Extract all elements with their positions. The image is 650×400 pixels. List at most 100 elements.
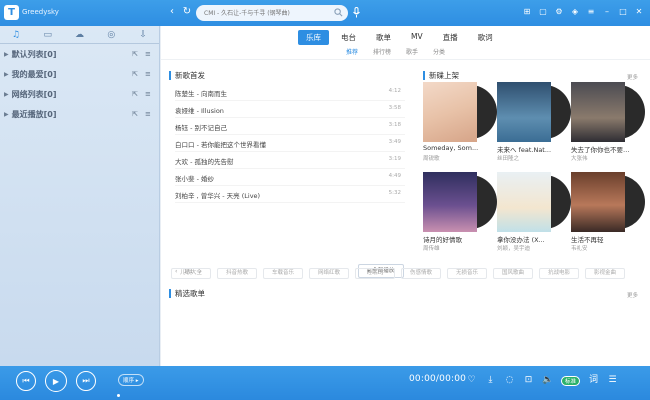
search-input[interactable] [204,8,329,18]
category-tag[interactable]: 国风歌曲 [493,268,533,279]
album-card[interactable]: 诗月的好情歌 周传雄 [423,172,497,256]
menu-icon[interactable]: ≡ [586,6,596,18]
album-card[interactable]: 未来へ feat.Nat... 丝田隆之 [497,82,571,166]
playlist-menu-icon[interactable]: ≡ [145,90,153,98]
search-icon[interactable] [334,8,343,17]
volume-icon[interactable]: 🔈 [542,375,553,386]
next-icon[interactable]: ⏭ [76,371,96,391]
album-card[interactable]: Someday, Som... 周锐歌 [423,82,497,166]
album-title[interactable]: 诗月的好情歌 [423,234,493,244]
close-icon[interactable]: ✕ [634,6,644,18]
song-row[interactable]: 陈楚生 - 向南而生 4:12 [175,84,405,101]
playlist-item[interactable]: ▶ 网络列表[0] ⇱ ≡ [0,84,159,104]
play-mode-button[interactable]: 顺序 ▸ [118,374,144,386]
share-playlist-icon[interactable]: ⇱ [132,110,140,118]
category-tag[interactable]: 伤感情歌 [401,268,441,279]
album-cover[interactable] [497,82,551,142]
main-tab[interactable]: 直播 [435,30,466,45]
playlist-item[interactable]: ▶ 我的最爱[0] ⇱ ≡ [0,64,159,84]
category-tag[interactable]: 车载音乐 [263,268,303,279]
album-cover[interactable] [571,82,625,142]
albums-more-link[interactable]: 更多 [627,73,638,81]
category-tag[interactable]: 睡眠DJ [355,268,395,279]
music-list-tab-icon[interactable]: ♫ [0,26,32,44]
sub-tab[interactable]: 歌手 [406,47,418,56]
album-title[interactable]: 拿你没办法 (X... [497,234,567,244]
settings-icon[interactable]: ⚙ [554,6,564,18]
share-icon[interactable]: ◌ [504,375,515,386]
album-card[interactable]: 生活不再轻 韦礼安 [571,172,645,256]
microphone-icon[interactable] [352,7,361,18]
category-tag[interactable]: 网络红歌 [309,268,349,279]
song-row[interactable]: 杨钰 - 别不记自己 3:18 [175,118,405,135]
playlist-item[interactable]: ▶ 默认列表[0] ⇱ ≡ [0,44,159,64]
lyrics-icon[interactable]: 词 [588,375,599,386]
minimize-icon[interactable]: – [602,6,612,18]
expand-arrow-icon[interactable]: ▶ [4,91,9,98]
main-tab[interactable]: 乐库 [298,30,329,45]
expand-arrow-icon[interactable]: ▶ [4,111,9,118]
category-tag[interactable]: 无损音乐 [447,268,487,279]
search-box[interactable] [196,5,348,21]
album-title[interactable]: 失去了你你也不要… [571,144,641,154]
album-cover[interactable] [497,172,551,232]
song-row[interactable]: 白口口 - 若你能把这个世界看懂 3:49 [175,135,405,152]
expand-arrow-icon[interactable]: ▶ [4,51,9,58]
playlist-menu-icon[interactable]: ≡ [145,110,153,118]
download-icon[interactable]: ⤓ [485,375,496,386]
song-row[interactable]: 大欢 - 孤独的先告慰 3:19 [175,152,405,169]
album-artist[interactable]: 周锐歌 [423,154,440,162]
share-playlist-icon[interactable]: ⇱ [132,90,140,98]
main-tab[interactable]: 歌词 [470,30,501,45]
song-row[interactable]: 袁娅维 - Illusion 3:58 [175,101,405,118]
playlist-icon[interactable]: ☰ [607,375,618,386]
play-icon[interactable]: ▶ [45,370,67,392]
album-cover[interactable] [423,82,477,142]
category-tag[interactable]: 抖音热歌 [217,268,257,279]
sub-tab[interactable]: 分类 [433,47,445,56]
playlist-menu-icon[interactable]: ≡ [145,50,153,58]
album-artist[interactable]: 丝田隆之 [497,154,519,162]
category-tag[interactable]: 儿歌大全 [171,268,211,279]
album-artist[interactable]: 大张伟 [571,154,588,162]
album-artist[interactable]: 韦礼安 [571,244,588,252]
category-tag[interactable]: 影视金曲 [585,268,625,279]
song-row[interactable]: 刘柏辛 , 曾华兴 - 天亮 (Live) 5:32 [175,186,405,203]
album-cover[interactable] [571,172,625,232]
radio-tab-icon[interactable]: ◎ [95,26,127,44]
maximize-icon[interactable]: □ [618,6,628,18]
album-title[interactable]: 未来へ feat.Nat... [497,144,567,154]
album-cover[interactable] [423,172,477,232]
album-artist[interactable]: 周传雄 [423,244,440,252]
favorite-icon[interactable]: ♡ [466,375,477,386]
album-title[interactable]: Someday, Som... [423,144,493,152]
share-playlist-icon[interactable]: ⇱ [132,70,140,78]
album-card[interactable]: 失去了你你也不要… 大张伟 [571,82,645,166]
main-tab[interactable]: 歌单 [368,30,399,45]
quality-badge[interactable]: 标准 [561,375,581,386]
previous-icon[interactable]: ⏮ [16,371,36,391]
message-icon[interactable]: ▢ [538,6,548,18]
remote-icon[interactable]: ◈ [570,6,580,18]
refresh-icon[interactable]: ↻ [181,6,193,18]
category-tag[interactable]: 抗战电影 [539,268,579,279]
song-row[interactable]: 张小斐 - 婚纱 4:49 [175,169,405,186]
main-tab[interactable]: MV [403,30,431,45]
playlist-item[interactable]: ▶ 最近播放[0] ⇱ ≡ [0,104,159,124]
progress-handle[interactable] [117,394,120,397]
album-title[interactable]: 生活不再轻 [571,234,641,244]
back-icon[interactable]: ‹ [166,6,178,18]
playlist-menu-icon[interactable]: ≡ [145,70,153,78]
skin-icon[interactable]: ⊞ [522,6,532,18]
main-tab[interactable]: 电台 [333,30,364,45]
playlists-more-link[interactable]: 更多 [627,291,638,299]
download-tab-icon[interactable]: ⇩ [127,26,159,44]
expand-arrow-icon[interactable]: ▶ [4,71,9,78]
local-music-tab-icon[interactable]: ▭ [32,26,64,44]
share-playlist-icon[interactable]: ⇱ [132,50,140,58]
cloud-tab-icon[interactable]: ☁ [64,26,96,44]
comment-icon[interactable]: ⊡ [523,375,534,386]
album-card[interactable]: 拿你没办法 (X... 刘颖，吴宇迪 [497,172,571,256]
album-artist[interactable]: 刘颖，吴宇迪 [497,244,530,252]
sub-tab[interactable]: 推荐 [346,47,358,56]
